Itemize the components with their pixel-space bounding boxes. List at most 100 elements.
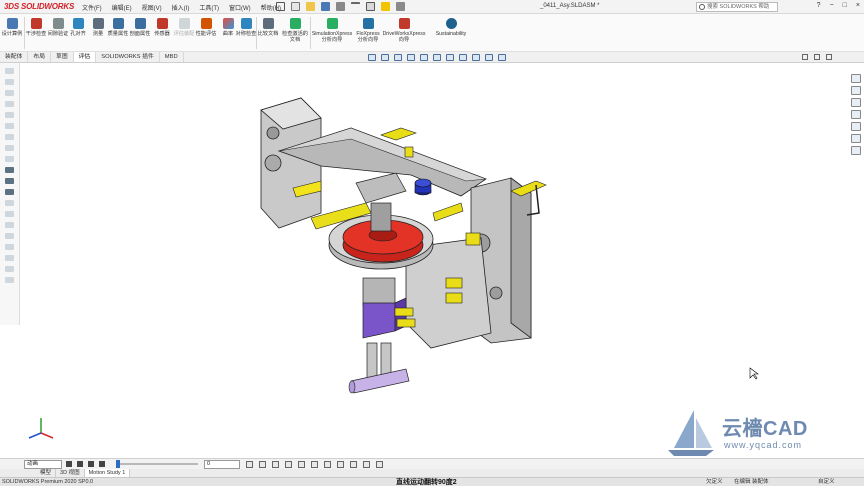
tree-item-icon[interactable] [5, 68, 14, 74]
tab-evaluate[interactable]: 评估 [73, 52, 97, 62]
origin-icon[interactable] [5, 178, 14, 184]
results-icon[interactable] [363, 461, 370, 468]
solidworks-resources-icon[interactable] [851, 74, 861, 83]
tree-item-icon[interactable] [5, 244, 14, 250]
forum-icon[interactable] [851, 146, 861, 155]
sensor-button[interactable]: 传感器 [150, 18, 174, 37]
open-folder-icon[interactable] [306, 2, 315, 11]
tree-item-icon[interactable] [5, 277, 14, 283]
check-active-document-button[interactable]: 检查激活的文档 [280, 18, 310, 43]
close-button[interactable]: × [856, 2, 860, 9]
maximize-window-icon[interactable] [826, 54, 832, 60]
tree-item-icon[interactable] [5, 200, 14, 206]
tab-layout[interactable]: 布局 [28, 52, 52, 62]
rebuild-icon[interactable] [381, 2, 390, 11]
playback-mode-icon[interactable] [246, 461, 253, 468]
section-view-icon[interactable] [407, 54, 415, 61]
study-type-select[interactable]: 动画 [24, 460, 62, 469]
select-cursor-icon[interactable] [366, 2, 375, 11]
options-icon[interactable] [396, 2, 405, 11]
tab-sketch[interactable]: 草图 [51, 52, 74, 62]
dynamic-annotation-icon[interactable] [420, 54, 428, 61]
compare-documents-button[interactable]: 比较文档 [256, 18, 280, 37]
tab-motion-study-1[interactable]: Motion Study 1 [84, 469, 131, 477]
design-library-icon[interactable] [851, 86, 861, 95]
design-study-button[interactable]: 设计算例 [0, 18, 24, 37]
autokey-icon[interactable] [285, 461, 292, 468]
menu-file[interactable]: 文件(F) [82, 3, 102, 12]
solidworks-logo[interactable]: 3DS SOLIDWORKS [4, 2, 74, 11]
tree-item-icon[interactable] [5, 211, 14, 217]
previous-view-icon[interactable] [394, 54, 402, 61]
component-icon[interactable] [5, 189, 14, 195]
tab-solidworks-addins[interactable]: SOLIDWORKS 插件 [96, 52, 160, 62]
tree-item-icon[interactable] [5, 123, 14, 129]
tree-item-icon[interactable] [5, 90, 14, 96]
calculate-icon[interactable] [66, 461, 72, 467]
sustainability-button[interactable]: Sustainability [430, 18, 472, 37]
help-search-box[interactable]: 搜索 SOLIDWORKS 帮助 [696, 2, 778, 12]
display-style-icon[interactable] [446, 54, 454, 61]
tree-item-icon[interactable] [5, 134, 14, 140]
contact-icon[interactable] [337, 461, 344, 468]
driveworksxpress-button[interactable]: DriveWorksXpress 向导 [382, 18, 426, 43]
play-from-start-icon[interactable] [77, 461, 83, 467]
tree-item-icon[interactable] [5, 101, 14, 107]
hide-show-items-icon[interactable] [459, 54, 467, 61]
performance-evaluation-button[interactable]: 性能评估 [194, 18, 218, 37]
tree-item-icon[interactable] [5, 255, 14, 261]
motor-icon[interactable] [311, 461, 318, 468]
tab-assembly[interactable]: 装配体 [0, 52, 29, 62]
timeline-slider-knob[interactable] [116, 460, 120, 468]
tree-item-icon[interactable] [5, 266, 14, 272]
home-icon[interactable] [276, 2, 285, 11]
tree-item-icon[interactable] [5, 233, 14, 239]
add-key-icon[interactable] [298, 461, 305, 468]
play-icon[interactable] [88, 461, 94, 467]
tree-item-icon[interactable] [5, 156, 14, 162]
tree-item-icon[interactable] [5, 79, 14, 85]
playback-speed-select[interactable]: 0 [204, 460, 240, 469]
save-animation-icon[interactable] [259, 461, 266, 468]
graphics-viewport[interactable] [21, 63, 850, 457]
zoom-to-area-icon[interactable] [381, 54, 389, 61]
mass-properties-button[interactable]: 质量属性 [106, 18, 130, 37]
view-orientation-icon[interactable] [433, 54, 441, 61]
playback-timeline[interactable] [118, 463, 198, 465]
apply-scene-icon[interactable] [485, 54, 493, 61]
menu-insert[interactable]: 插入(I) [172, 3, 190, 12]
menu-view[interactable]: 视图(V) [142, 3, 162, 12]
motion-study-properties-icon[interactable] [376, 461, 383, 468]
tree-item-icon[interactable] [5, 222, 14, 228]
undo-icon[interactable] [351, 2, 360, 11]
tab-mbd[interactable]: MBD [160, 52, 184, 62]
view-settings-icon[interactable] [498, 54, 506, 61]
section-properties-button[interactable]: 剖面属性 [128, 18, 152, 37]
interference-check-button[interactable]: 干涉检查 [24, 18, 48, 37]
tile-window-icon[interactable] [802, 54, 808, 60]
file-explorer-icon[interactable] [851, 98, 861, 107]
evaluate-assembly-button[interactable]: 评估装配 [172, 18, 196, 37]
mates-folder-icon[interactable] [5, 167, 14, 173]
new-document-icon[interactable] [291, 2, 300, 11]
symmetry-check-button[interactable]: 对称检查 [234, 18, 258, 37]
view-palette-icon[interactable] [851, 110, 861, 119]
zoom-to-fit-icon[interactable] [368, 54, 376, 61]
animation-wizard-icon[interactable] [272, 461, 279, 468]
edit-appearance-icon[interactable] [472, 54, 480, 61]
tree-item-icon[interactable] [5, 145, 14, 151]
minimize-button[interactable]: − [830, 2, 834, 9]
units-selector[interactable]: 自定义 [818, 478, 835, 486]
spring-icon[interactable] [324, 461, 331, 468]
save-icon[interactable] [321, 2, 330, 11]
menu-window[interactable]: 窗口(W) [229, 3, 251, 12]
custom-properties-icon[interactable] [851, 134, 861, 143]
maximize-button[interactable]: □ [843, 2, 847, 9]
appearances-icon[interactable] [851, 122, 861, 131]
menu-tools[interactable]: 工具(T) [199, 3, 219, 12]
restore-window-icon[interactable] [814, 54, 820, 60]
stop-icon[interactable] [99, 461, 105, 467]
assembly-model-render[interactable] [21, 63, 850, 457]
tab-3d-views[interactable]: 3D 视图 [56, 469, 85, 477]
tab-model[interactable]: 模型 [36, 469, 57, 477]
